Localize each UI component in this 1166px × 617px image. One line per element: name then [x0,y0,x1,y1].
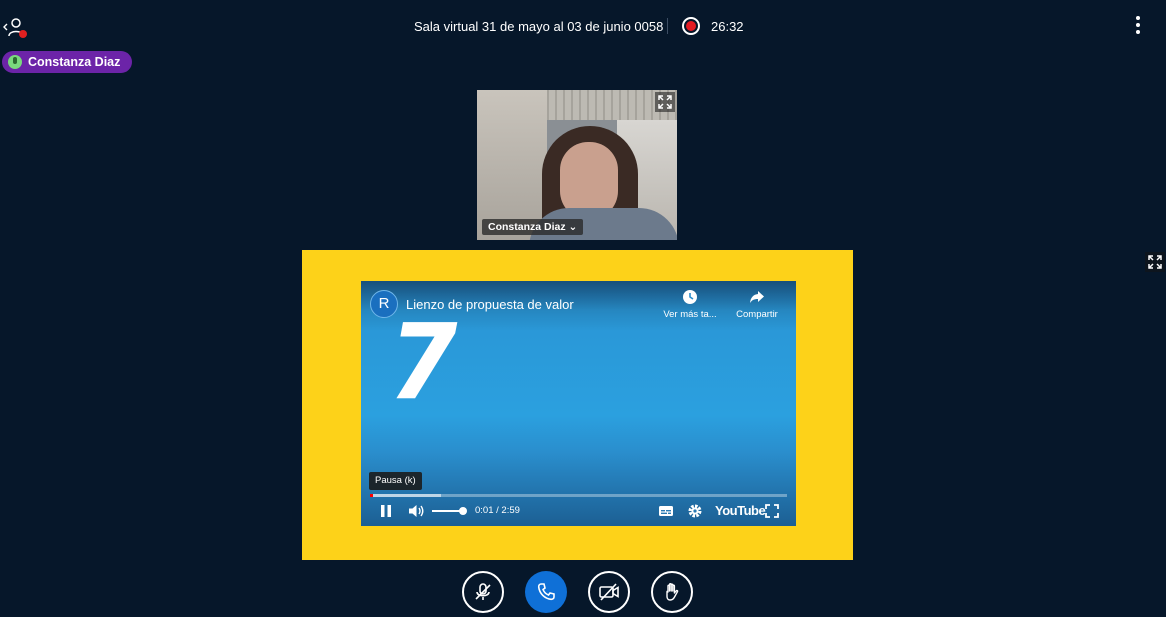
youtube-player[interactable]: R Lienzo de propuesta de valor Ver más t… [361,281,796,526]
volume-knob[interactable] [458,507,467,515]
pause-button[interactable] [380,503,392,519]
time-readout: 0:01 / 2:59 [475,505,520,516]
toggle-camera-button[interactable] [588,571,630,613]
header-divider [667,18,668,34]
vertical-dots-icon [1136,16,1140,20]
volume-slider[interactable] [432,507,467,515]
pause-icon [381,505,391,517]
volume-icon [409,505,424,517]
webcam-participant-name[interactable]: Constanza Diaz ⌄ [482,219,584,235]
share-button[interactable]: Compartir [726,289,788,320]
options-button[interactable] [1131,16,1145,38]
progress-buffer [370,494,441,497]
video-fullscreen-button[interactable] [765,503,779,519]
recording-time: 26:32 [711,19,744,34]
subtitles-button[interactable] [658,503,674,519]
mute-button[interactable] [408,503,426,519]
clock-icon [683,290,697,304]
presentation-fullscreen-icon[interactable] [1145,252,1165,272]
settings-button[interactable] [687,503,703,519]
talker-name: Constanza Diaz [28,55,121,69]
video-progress-bar[interactable] [370,494,787,497]
pause-tooltip: Pausa (k) [369,472,422,490]
webcam-video[interactable]: Constanza Diaz ⌄ [477,90,677,240]
raise-hand-button[interactable] [651,571,693,613]
share-label: Compartir [736,309,778,320]
watch-later-label: Ver más ta... [663,309,717,320]
gear-icon [688,504,702,518]
fullscreen-icon [765,504,779,518]
room-title: Sala virtual 31 de mayo al 03 de junio 0… [414,19,664,34]
mic-icon [8,55,22,69]
phone-icon [537,583,555,601]
subtitles-icon [659,506,673,516]
webcam-fullscreen-icon[interactable] [655,92,675,112]
notification-dot [19,30,27,38]
recording-icon[interactable] [682,17,700,35]
presentation-area: R Lienzo de propuesta de valor Ver más t… [302,250,853,560]
mic-muted-icon [475,583,491,600]
camera-off-icon [599,583,619,601]
watch-later-button[interactable]: Ver más ta... [659,289,721,320]
progress-played [370,494,373,497]
user-list-toggle[interactable] [2,16,28,40]
talking-indicator[interactable]: Constanza Diaz [2,51,133,73]
audio-phone-button[interactable] [525,571,567,613]
share-icon [750,291,764,303]
hand-icon [666,583,679,601]
youtube-logo[interactable]: YouTube [715,503,766,518]
mute-mic-button[interactable] [462,571,504,613]
video-frame-number: 7 [388,301,458,423]
